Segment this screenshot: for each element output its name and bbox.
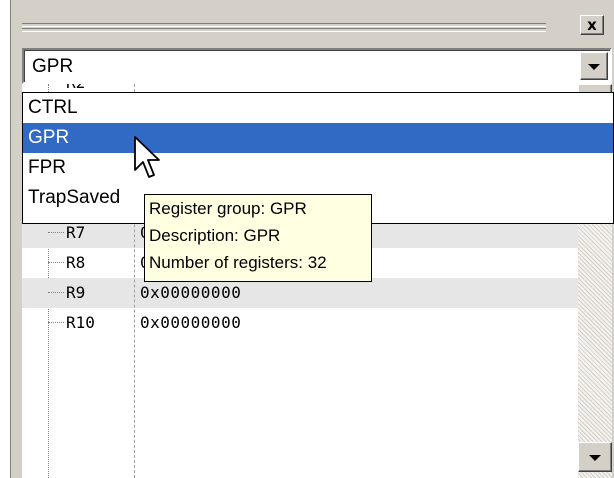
register-name: R8 xyxy=(66,253,86,272)
scroll-down-button[interactable] xyxy=(578,442,612,472)
register-name: R9 xyxy=(66,283,86,302)
close-icon: x xyxy=(587,16,597,34)
dropdown-button[interactable] xyxy=(580,52,608,80)
register-value: 0x00000000 xyxy=(140,283,242,302)
dropdown-option-fpr[interactable]: FPR xyxy=(23,153,613,183)
tooltip-line: Description: GPR xyxy=(149,226,281,245)
close-button[interactable]: x xyxy=(580,15,604,35)
grip-line xyxy=(22,23,546,27)
chevron-down-icon xyxy=(589,455,601,461)
dropdown-option-gpr[interactable]: GPR xyxy=(23,123,613,153)
grip-line xyxy=(22,28,546,32)
register-group-tooltip: Register group: GPR Description: GPR Num… xyxy=(144,194,372,282)
mouse-pointer-icon xyxy=(134,136,160,178)
tooltip-line: Number of registers: 32 xyxy=(149,253,327,272)
panel-title-bar[interactable]: x xyxy=(12,14,604,35)
register-row[interactable]: R10 0x00000000 xyxy=(22,308,578,338)
register-name: R2 xyxy=(66,84,85,92)
register-row[interactable]: R9 0x00000000 xyxy=(22,278,578,308)
chevron-down-icon xyxy=(588,64,600,70)
register-name: R10 xyxy=(66,313,95,332)
register-name: R7 xyxy=(66,223,86,242)
register-group-combobox[interactable]: GPR xyxy=(22,48,612,84)
register-value: 0x00000000 xyxy=(140,313,242,332)
tooltip-line: Register group: GPR xyxy=(149,199,307,218)
combobox-value: GPR xyxy=(32,56,74,77)
dropdown-option-ctrl[interactable]: CTRL xyxy=(23,93,613,123)
